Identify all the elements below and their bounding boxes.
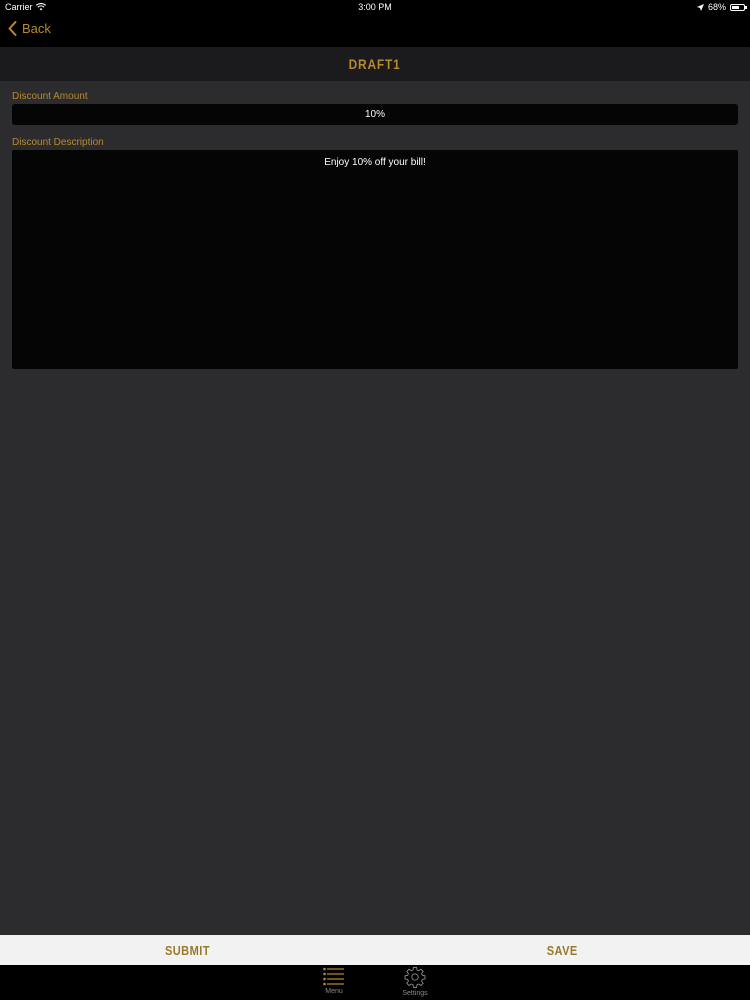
- submit-button[interactable]: SUBMIT: [0, 935, 375, 965]
- discount-amount-value: 10%: [364, 109, 385, 120]
- discount-description-field[interactable]: Enjoy 10% off your bill!: [12, 150, 738, 369]
- chevron-left-icon: [8, 21, 17, 36]
- battery-icon: [730, 3, 747, 11]
- discount-amount-label: Discount Amount: [12, 91, 88, 102]
- tab-bar: Menu Settings: [0, 965, 750, 1000]
- tab-settings[interactable]: Settings: [385, 966, 445, 1000]
- save-button[interactable]: SAVE: [375, 935, 750, 965]
- back-label: Back: [22, 21, 51, 36]
- app-screen: Carrier 3:00 PM 68% Back DRAFT1 Discount…: [0, 0, 750, 1000]
- submit-label: SUBMIT: [165, 942, 210, 958]
- status-right: 68%: [696, 2, 747, 12]
- location-arrow-icon: [696, 3, 704, 11]
- tab-menu-label: Menu: [325, 988, 343, 995]
- title-bar: DRAFT1: [0, 47, 750, 81]
- tab-settings-label: Settings: [402, 990, 428, 997]
- navigation-bar: Back: [0, 15, 750, 47]
- status-time: 3:00 PM: [358, 2, 392, 12]
- action-bar: SUBMIT SAVE: [0, 935, 750, 965]
- menu-list-icon: [323, 967, 344, 986]
- tab-menu[interactable]: Menu: [304, 966, 364, 1000]
- status-bar: Carrier 3:00 PM 68%: [0, 0, 750, 15]
- battery-level: [732, 5, 740, 9]
- discount-amount-field[interactable]: 10%: [12, 104, 738, 125]
- back-button[interactable]: Back: [8, 21, 51, 36]
- discount-description-label: Discount Description: [12, 137, 104, 148]
- save-label: SAVE: [547, 942, 578, 958]
- battery-percent: 68%: [707, 2, 726, 12]
- gear-icon: [404, 966, 426, 988]
- discount-description-value: Enjoy 10% off your bill!: [324, 157, 426, 168]
- page-title: DRAFT1: [348, 56, 402, 72]
